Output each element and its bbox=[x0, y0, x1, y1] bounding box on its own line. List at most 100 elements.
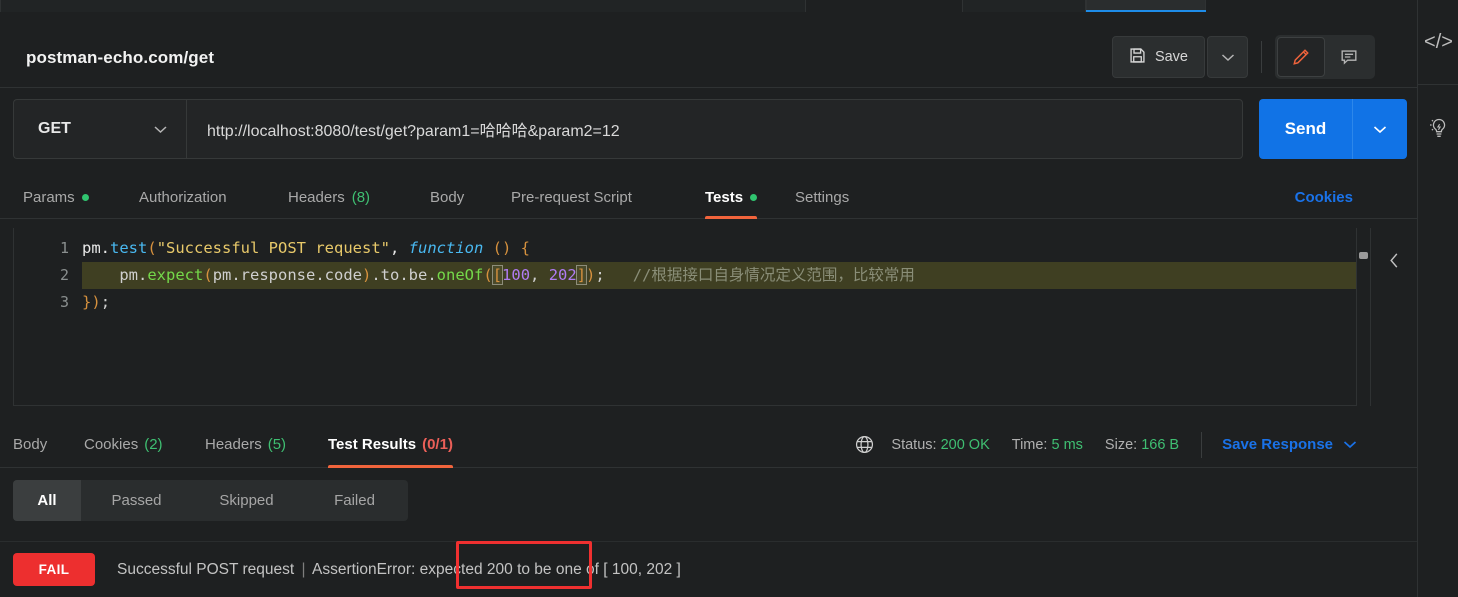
response-tab-headers[interactable]: Headers (5) bbox=[205, 421, 286, 468]
code-token: "Successful POST request" bbox=[156, 239, 390, 257]
code-token: pm bbox=[82, 239, 101, 257]
tab-headers[interactable]: Headers (8) bbox=[288, 176, 370, 219]
unsaved-dot-icon bbox=[81, 194, 89, 201]
filter-passed[interactable]: Passed bbox=[81, 480, 192, 521]
tab-body-label: Body bbox=[430, 189, 465, 206]
test-result-row[interactable]: FAIL Successful POST request | Assertion… bbox=[0, 541, 1417, 597]
status-label: Status: bbox=[891, 436, 937, 453]
chevron-down-icon bbox=[1373, 125, 1387, 133]
line-number-gutter: 1 2 3 bbox=[14, 228, 82, 405]
response-tab-cookies[interactable]: Cookies (2) bbox=[84, 421, 163, 468]
code-token: { bbox=[520, 239, 531, 257]
error-suffix: to be one of [ 100, 202 ] bbox=[517, 560, 681, 578]
line-number: 3 bbox=[59, 293, 69, 311]
window-tab-2[interactable] bbox=[962, 0, 1086, 12]
code-token: ) bbox=[91, 293, 101, 311]
tab-pre-request-script[interactable]: Pre-request Script bbox=[511, 176, 632, 219]
comment-button[interactable] bbox=[1325, 37, 1373, 77]
send-options-button[interactable] bbox=[1352, 99, 1407, 159]
tab-settings-label: Settings bbox=[795, 189, 850, 206]
code-snippet-icon[interactable]: </> bbox=[1418, 0, 1458, 85]
request-tab-bar: Params Authorization Headers (8) Body Pr… bbox=[0, 176, 1417, 219]
test-filter-group: All Passed Skipped Failed bbox=[13, 480, 408, 521]
time-value: 5 ms bbox=[1051, 436, 1083, 453]
lightbulb-icon[interactable] bbox=[1418, 85, 1458, 170]
code-token: .to.be. bbox=[371, 266, 437, 284]
response-tab-cookies-label: Cookies bbox=[84, 436, 139, 453]
save-button-label: Save bbox=[1154, 49, 1188, 65]
filter-skipped[interactable]: Skipped bbox=[192, 480, 301, 521]
method-label: GET bbox=[38, 120, 71, 137]
code-token: , bbox=[530, 266, 549, 284]
code-token: ; bbox=[595, 266, 605, 284]
code-token: ( bbox=[147, 239, 157, 257]
response-tab-cookies-count: (2) bbox=[144, 436, 163, 453]
status-info: Status: 200 OK bbox=[891, 437, 989, 453]
chevron-down-icon bbox=[154, 125, 167, 133]
tab-tests-label: Tests bbox=[705, 189, 744, 206]
filter-all[interactable]: All bbox=[13, 480, 81, 521]
status-value: 200 OK bbox=[940, 436, 990, 453]
code-token: ] bbox=[575, 265, 588, 285]
code-token: . bbox=[100, 239, 111, 257]
code-line: pm.test("Successful POST request", funct… bbox=[82, 235, 1370, 262]
save-button[interactable]: Save bbox=[1111, 36, 1205, 78]
tab-pre-request-script-label: Pre-request Script bbox=[511, 189, 632, 206]
code-token: , bbox=[389, 239, 409, 257]
url-text: http://localhost:8080/test/get?param1=哈哈… bbox=[207, 123, 620, 140]
chevron-down-icon bbox=[1221, 53, 1234, 61]
error-highlight: expected 200 bbox=[419, 560, 513, 578]
tab-settings[interactable]: Settings bbox=[795, 176, 849, 219]
cookies-link[interactable]: Cookies bbox=[1295, 176, 1353, 219]
tab-authorization[interactable]: Authorization bbox=[139, 176, 227, 219]
save-response-button[interactable]: Save Response bbox=[1222, 436, 1357, 453]
collapse-panel-button[interactable] bbox=[1382, 248, 1406, 272]
tab-headers-label: Headers bbox=[288, 189, 345, 206]
code-token: //根据接口自身情况定义范围，比较常用 bbox=[604, 266, 915, 284]
code-line: pm.expect(pm.response.code).to.be.oneOf(… bbox=[82, 262, 1370, 289]
url-bar: GET http://localhost:8080/test/get?param… bbox=[13, 99, 1407, 159]
size-info: Size: 166 B bbox=[1105, 437, 1179, 453]
comment-icon bbox=[1341, 50, 1357, 65]
response-tab-body[interactable]: Body bbox=[13, 421, 47, 468]
window-tab-1[interactable] bbox=[0, 0, 806, 12]
response-tab-headers-label: Headers bbox=[205, 436, 262, 453]
globe-icon bbox=[854, 434, 875, 455]
edit-mode-button[interactable] bbox=[1277, 37, 1325, 77]
save-response-label: Save Response bbox=[1222, 436, 1333, 453]
floppy-disk-icon bbox=[1129, 47, 1146, 68]
editor-scrollbar[interactable] bbox=[1356, 228, 1370, 406]
save-options-button[interactable] bbox=[1207, 36, 1248, 78]
header-divider bbox=[1261, 41, 1262, 73]
tab-body[interactable]: Body bbox=[430, 176, 464, 219]
view-toggle-group bbox=[1275, 35, 1375, 79]
active-tab-underline bbox=[705, 216, 758, 219]
line-number: 2 bbox=[59, 266, 69, 284]
error-prefix: AssertionError: bbox=[311, 560, 416, 578]
code-token: oneOf bbox=[436, 266, 484, 284]
right-sidebar: </> bbox=[1417, 0, 1458, 597]
code-token: () bbox=[492, 239, 512, 257]
code-content[interactable]: pm.test("Successful POST request", funct… bbox=[82, 228, 1370, 405]
code-token: [ bbox=[491, 265, 504, 285]
response-tab-test-results[interactable]: Test Results (0/1) bbox=[328, 421, 453, 468]
code-token: ; bbox=[100, 293, 111, 311]
pencil-icon bbox=[1293, 49, 1309, 65]
code-token: ) bbox=[586, 266, 596, 284]
send-button[interactable]: Send bbox=[1259, 99, 1352, 159]
code-token: ( bbox=[203, 266, 213, 284]
page-title: postman-echo.com/get bbox=[26, 48, 215, 67]
line-number: 1 bbox=[59, 239, 69, 257]
tab-params[interactable]: Params bbox=[23, 176, 89, 219]
scrollbar-thumb[interactable] bbox=[1359, 252, 1368, 259]
tab-params-label: Params bbox=[23, 189, 75, 206]
save-group: Save bbox=[1111, 36, 1248, 78]
tests-code-editor[interactable]: 1 2 3 pm.test("Successful POST request",… bbox=[13, 228, 1371, 406]
filter-failed[interactable]: Failed bbox=[301, 480, 408, 521]
method-selector[interactable]: GET bbox=[13, 99, 186, 159]
tab-tests[interactable]: Tests bbox=[705, 176, 758, 219]
url-input[interactable]: http://localhost:8080/test/get?param1=哈哈… bbox=[186, 99, 1243, 159]
